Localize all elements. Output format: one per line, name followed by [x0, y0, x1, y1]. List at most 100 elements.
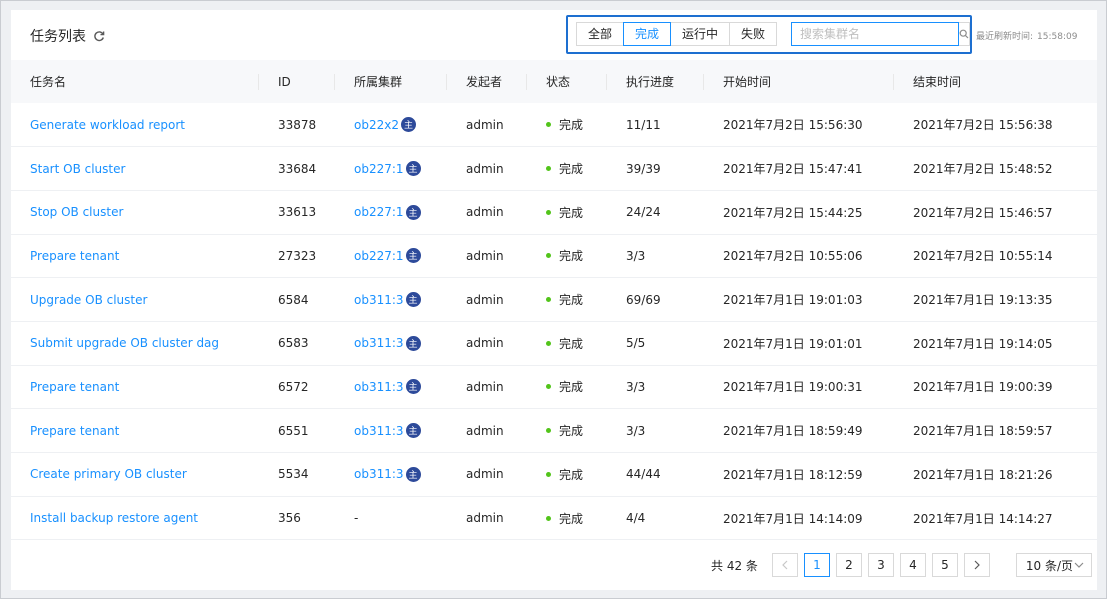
initiator: admin: [447, 365, 527, 410]
status-text: 完成: [559, 511, 584, 526]
cluster-cell: ob22x2 主: [335, 103, 447, 148]
page-button[interactable]: 3: [867, 553, 894, 577]
status-dot-icon: [546, 428, 551, 434]
cluster-link[interactable]: ob22x2: [354, 118, 399, 132]
cluster-search: [791, 22, 970, 46]
task-name-cell: Create primary OB cluster: [11, 452, 259, 497]
primary-badge: 主: [405, 248, 421, 264]
cluster-link[interactable]: ob311:3: [354, 467, 404, 481]
page-button[interactable]: 1: [803, 553, 830, 577]
task-name-link[interactable]: Generate workload report: [30, 118, 185, 132]
chevron-left-icon: [782, 560, 788, 570]
end-time: 2021年7月2日 15:46:57: [894, 190, 1097, 235]
primary-badge: 主: [405, 423, 421, 439]
task-name-link[interactable]: Prepare tenant: [30, 424, 119, 438]
cluster-link[interactable]: ob311:3: [354, 380, 404, 394]
task-id: 27323: [259, 234, 335, 279]
filter-done-button[interactable]: 完成: [623, 22, 672, 46]
cluster-link[interactable]: ob311:3: [354, 336, 404, 350]
status-cell: 完成: [527, 365, 607, 410]
primary-badge: 主: [405, 161, 421, 177]
cluster-empty: -: [354, 511, 359, 526]
cluster-link[interactable]: ob227:1: [354, 205, 404, 219]
task-name-link[interactable]: Create primary OB cluster: [30, 467, 187, 481]
progress: 4/4: [607, 496, 704, 541]
refresh-icon[interactable]: [93, 30, 105, 42]
task-id: 33878: [259, 103, 335, 148]
status-text: 完成: [559, 118, 584, 133]
task-name-cell: Prepare tenant: [11, 365, 259, 410]
filter-running-button[interactable]: 运行中: [670, 22, 731, 46]
table-header-row: 任务名 ID 所属集群 发起者 状态 执行进度 开始时间 结束时间: [11, 60, 1097, 103]
task-id: 6572: [259, 365, 335, 410]
filter-all-button[interactable]: 全部: [576, 22, 625, 46]
primary-badge: 主: [405, 379, 421, 395]
task-name-cell: Stop OB cluster: [11, 190, 259, 235]
column-header[interactable]: 结束时间: [894, 60, 1097, 103]
status-cell: 完成: [527, 103, 607, 148]
status-dot-icon: [546, 209, 551, 215]
column-header[interactable]: ID: [259, 60, 335, 103]
task-name-link[interactable]: Stop OB cluster: [30, 205, 123, 219]
cluster-cell: ob311:3 主: [335, 452, 447, 497]
cluster-cell: ob311:3 主: [335, 408, 447, 453]
column-header[interactable]: 所属集群: [335, 60, 447, 103]
start-time: 2021年7月2日 15:56:30: [704, 103, 894, 148]
page-button[interactable]: 2: [835, 553, 862, 577]
status-dot-icon: [546, 384, 551, 390]
cluster-cell: ob311:3 主: [335, 321, 447, 366]
status-cell: 完成: [527, 321, 607, 366]
column-header[interactable]: 执行进度: [607, 60, 704, 103]
status-text: 完成: [559, 380, 584, 395]
cluster-link[interactable]: ob311:3: [354, 293, 404, 307]
cluster-cell: ob311:3 主: [335, 277, 447, 322]
initiator: admin: [447, 321, 527, 366]
task-name-link[interactable]: Install backup restore agent: [30, 511, 198, 525]
table-row: Generate workload report 33878 ob22x2 主 admi…: [11, 103, 1097, 148]
status-dot-icon: [546, 515, 551, 521]
page-size-value: 10 条/页: [1025, 558, 1074, 573]
next-page-button[interactable]: [963, 553, 990, 577]
search-button[interactable]: [959, 22, 970, 46]
initiator: admin: [447, 103, 527, 148]
task-id: 5534: [259, 452, 335, 497]
task-name-link[interactable]: Prepare tenant: [30, 249, 119, 263]
initiator: admin: [447, 277, 527, 322]
column-header[interactable]: 任务名: [11, 60, 259, 103]
task-name-cell: Submit upgrade OB cluster dag: [11, 321, 259, 366]
pagination: 共 42 条 1 2 3 4 5 10 条/页: [711, 553, 1092, 577]
task-name-cell: Install backup restore agent: [11, 496, 259, 541]
cluster-link[interactable]: ob227:1: [354, 162, 404, 176]
end-time: 2021年7月1日 14:14:27: [894, 496, 1097, 541]
page-title-text: 任务列表: [30, 29, 86, 45]
column-header[interactable]: 开始时间: [704, 60, 894, 103]
task-id: 6551: [259, 408, 335, 453]
task-name-link[interactable]: Upgrade OB cluster: [30, 293, 147, 307]
start-time: 2021年7月2日 10:55:06: [704, 234, 894, 279]
page-button[interactable]: 4: [899, 553, 926, 577]
cluster-cell: ob227:1 主: [335, 146, 447, 191]
task-name-link[interactable]: Submit upgrade OB cluster dag: [30, 336, 219, 350]
cluster-link[interactable]: ob311:3: [354, 424, 404, 438]
task-name-link[interactable]: Start OB cluster: [30, 162, 125, 176]
filter-failed-button[interactable]: 失败: [729, 22, 778, 46]
prev-page-button[interactable]: [771, 553, 798, 577]
status-dot-icon: [546, 166, 551, 172]
start-time: 2021年7月2日 15:47:41: [704, 146, 894, 191]
page-button[interactable]: 5: [931, 553, 958, 577]
task-name-link[interactable]: Prepare tenant: [30, 380, 119, 394]
cluster-link[interactable]: ob227:1: [354, 249, 404, 263]
end-time: 2021年7月1日 19:13:35: [894, 277, 1097, 322]
page-size-select[interactable]: 10 条/页: [1015, 553, 1092, 577]
status-dot-icon: [546, 253, 551, 259]
search-input[interactable]: [791, 22, 959, 46]
search-icon: [959, 29, 969, 39]
start-time: 2021年7月1日 18:12:59: [704, 452, 894, 497]
status-text: 完成: [559, 467, 584, 482]
column-header[interactable]: 发起者: [447, 60, 527, 103]
end-time: 2021年7月1日 19:14:05: [894, 321, 1097, 366]
start-time: 2021年7月2日 15:44:25: [704, 190, 894, 235]
column-header[interactable]: 状态: [527, 60, 607, 103]
end-time: 2021年7月2日 15:48:52: [894, 146, 1097, 191]
start-time: 2021年7月1日 19:01:01: [704, 321, 894, 366]
